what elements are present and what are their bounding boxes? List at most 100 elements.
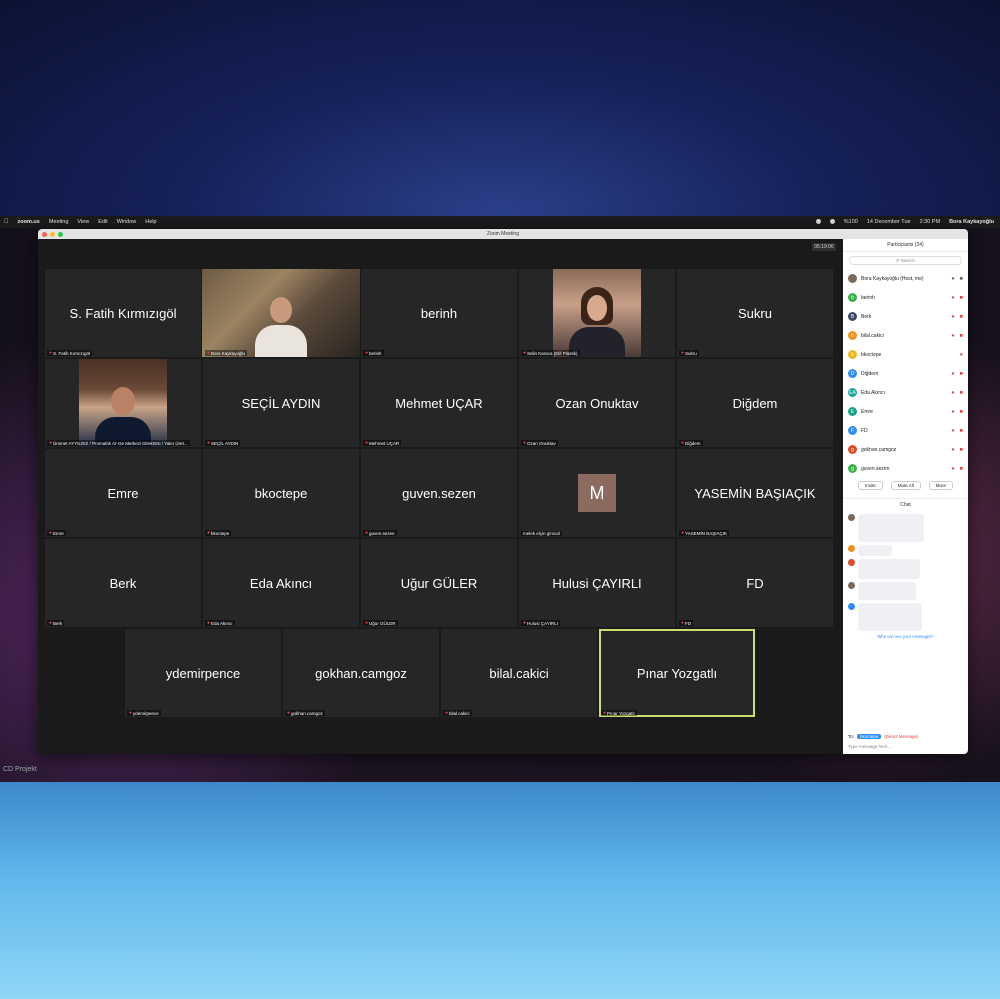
mic-muted-icon: ● bbox=[951, 389, 955, 396]
mic-muted-icon: ● bbox=[207, 620, 211, 626]
video-off-icon: ■ bbox=[959, 465, 963, 472]
participant-row[interactable]: B Berk ● ■ bbox=[843, 307, 968, 326]
chat-message bbox=[843, 514, 968, 542]
mic-muted-icon: ● bbox=[287, 710, 291, 716]
avatar: B bbox=[848, 312, 857, 321]
avatar: b bbox=[848, 293, 857, 302]
mic-muted-icon: ● bbox=[129, 710, 133, 716]
chat-recipient-bar: To: bkoctepe (Direct Message) bbox=[848, 734, 919, 739]
close-icon[interactable] bbox=[42, 231, 47, 237]
video-tile[interactable]: ydemirpence ● ydemirpence bbox=[125, 629, 281, 717]
mic-muted-icon: ● bbox=[951, 465, 955, 472]
avatar: g bbox=[848, 464, 857, 473]
participants-title: Participants (24) bbox=[843, 239, 968, 252]
date-label[interactable]: 14 December Tue bbox=[867, 219, 911, 225]
video-tile-active-speaker[interactable]: Pınar Yozgatlı ● Pınar Yozgatlı bbox=[599, 629, 755, 717]
mic-muted-icon: ● bbox=[681, 620, 685, 626]
video-tile[interactable]: guven.sezen ● guven.sezen bbox=[361, 449, 517, 537]
mic-muted-icon: ● bbox=[959, 351, 963, 358]
mic-muted-icon: ● bbox=[951, 332, 955, 339]
menu-app[interactable]: zoom.us bbox=[18, 219, 40, 225]
mic-muted-icon: ● bbox=[365, 530, 369, 536]
participant-row[interactable]: D Diğdem ● ■ bbox=[843, 364, 968, 383]
recipient-dropdown[interactable]: bkoctepe bbox=[857, 734, 882, 739]
video-tile[interactable]: ● Selin Karaca (Elif Plastik) bbox=[519, 269, 675, 357]
mic-muted-icon: ● bbox=[49, 620, 53, 626]
mic-muted-icon: ● bbox=[49, 530, 53, 536]
video-tile[interactable]: Emre ● Emre bbox=[45, 449, 201, 537]
menu-meeting[interactable]: Meeting bbox=[49, 219, 69, 225]
status-icon[interactable] bbox=[815, 219, 821, 224]
video-tile[interactable]: Uğur GÜLER ● Uğur GÜLER bbox=[361, 539, 517, 627]
video-tile[interactable]: bkoctepe ● bkoctepe bbox=[203, 449, 359, 537]
video-tile[interactable]: ● Bora Kaykayoğlu bbox=[202, 269, 360, 357]
video-tile[interactable]: FD ● FD bbox=[677, 539, 833, 627]
mic-muted-icon: ● bbox=[207, 350, 211, 356]
video-tile[interactable]: Sukru ● Sukru bbox=[677, 269, 833, 357]
video-tile[interactable]: Diğdem ● Diğdem bbox=[677, 359, 833, 447]
window-titlebar[interactable]: Zoom Meeting bbox=[38, 229, 968, 239]
video-tile[interactable]: M melek elçin gimcal bbox=[519, 449, 675, 537]
participant-video bbox=[202, 269, 360, 357]
mic-muted-icon: ● bbox=[207, 440, 211, 446]
video-tile[interactable]: Hulusi ÇAYIRLI ● Hulusi ÇAYIRLI bbox=[519, 539, 675, 627]
mic-muted-icon: ● bbox=[951, 427, 955, 434]
mic-muted-icon: ● bbox=[523, 350, 527, 356]
chat-input[interactable]: Type message here... bbox=[848, 744, 891, 749]
participant-row[interactable]: EA Eda Akıncı ● ■ bbox=[843, 383, 968, 402]
participant-row[interactable]: b berinh ● ■ bbox=[843, 288, 968, 307]
video-tile[interactable]: Ozan Onuktav ● Ozan Onuktav bbox=[519, 359, 675, 447]
mic-muted-icon: ● bbox=[207, 530, 211, 536]
mute-all-button[interactable]: Mute All bbox=[890, 481, 921, 490]
apple-icon[interactable]:  bbox=[4, 219, 9, 225]
video-tile[interactable]: S. Fatih Kırmızıgöl ● S. Fatih Kırmızıgöl bbox=[45, 269, 201, 357]
mic-muted-icon: ● bbox=[445, 710, 449, 716]
video-tile[interactable]: ● Ümmet AYYILDIZ / Promatlık Ar-Ge Merkez… bbox=[45, 359, 201, 447]
video-off-icon: ■ bbox=[959, 332, 963, 339]
wifi-icon[interactable] bbox=[829, 219, 835, 224]
avatar: M bbox=[578, 474, 616, 512]
avatar: F bbox=[848, 426, 857, 435]
participant-row[interactable]: E Emre ● ■ bbox=[843, 402, 968, 421]
avatar: D bbox=[848, 369, 857, 378]
user-label[interactable]: Bora Kaykayoğlu bbox=[949, 219, 994, 225]
video-tile[interactable]: berinh ● berinh bbox=[361, 269, 517, 357]
maximize-icon[interactable] bbox=[58, 231, 63, 237]
video-tile[interactable]: gokhan.camgoz ● gokhan.camgoz bbox=[283, 629, 439, 717]
video-off-icon: ■ bbox=[959, 294, 963, 301]
mic-muted-icon: ● bbox=[951, 370, 955, 377]
mic-muted-icon: ● bbox=[951, 294, 955, 301]
participant-row[interactable]: b bkoctepe ● bbox=[843, 345, 968, 364]
menu-edit[interactable]: Edit bbox=[98, 219, 107, 225]
avatar: E bbox=[848, 407, 857, 416]
participant-video bbox=[79, 359, 167, 447]
video-tile[interactable]: bilal.cakici ● bilal.cakici bbox=[441, 629, 597, 717]
participant-row[interactable]: g guven.sezen ● ■ bbox=[843, 459, 968, 478]
participant-row[interactable]: g gokhan.camgoz ● ■ bbox=[843, 440, 968, 459]
video-off-icon: ■ bbox=[959, 370, 963, 377]
menu-view[interactable]: View bbox=[77, 219, 89, 225]
side-panel: Participants (24) ⚲ Search Bora Kaykayoğ… bbox=[843, 239, 968, 754]
participant-row[interactable]: Bora Kaykayoğlu (Host, me) ● ■ bbox=[843, 269, 968, 288]
video-off-icon: ■ bbox=[959, 446, 963, 453]
participant-search-input[interactable]: ⚲ Search bbox=[849, 256, 962, 265]
minimize-icon[interactable] bbox=[50, 231, 55, 237]
video-tile[interactable]: Eda Akıncı ● Eda Akıncı bbox=[203, 539, 359, 627]
video-off-icon: ■ bbox=[959, 389, 963, 396]
mic-muted-icon: ● bbox=[681, 440, 685, 446]
participant-row[interactable]: b bilal.cakici ● ■ bbox=[843, 326, 968, 345]
menu-help[interactable]: Help bbox=[145, 219, 156, 225]
invite-button[interactable]: Invite bbox=[857, 481, 883, 490]
more-button[interactable]: More bbox=[928, 481, 954, 490]
battery-label[interactable]: %100 bbox=[844, 219, 858, 225]
video-tile[interactable]: Mehmet UÇAR ● Mehmet UÇAR bbox=[361, 359, 517, 447]
video-tile[interactable]: YASEMİN BAŞIAÇIK ● YASEMİN BAŞIAÇIK bbox=[677, 449, 833, 537]
video-tile[interactable]: SEÇİL AYDIN ● SEÇİL AYDIN bbox=[203, 359, 359, 447]
participant-video bbox=[553, 269, 641, 357]
menu-window[interactable]: Window bbox=[117, 219, 137, 225]
video-tile[interactable]: Berk ● Berk bbox=[45, 539, 201, 627]
mic-muted-icon: ● bbox=[681, 350, 685, 356]
participant-row[interactable]: F FD ● ■ bbox=[843, 421, 968, 440]
time-label[interactable]: 2:30 PM bbox=[920, 219, 940, 225]
who-can-see-link[interactable]: Who can see your messages? bbox=[843, 634, 968, 639]
